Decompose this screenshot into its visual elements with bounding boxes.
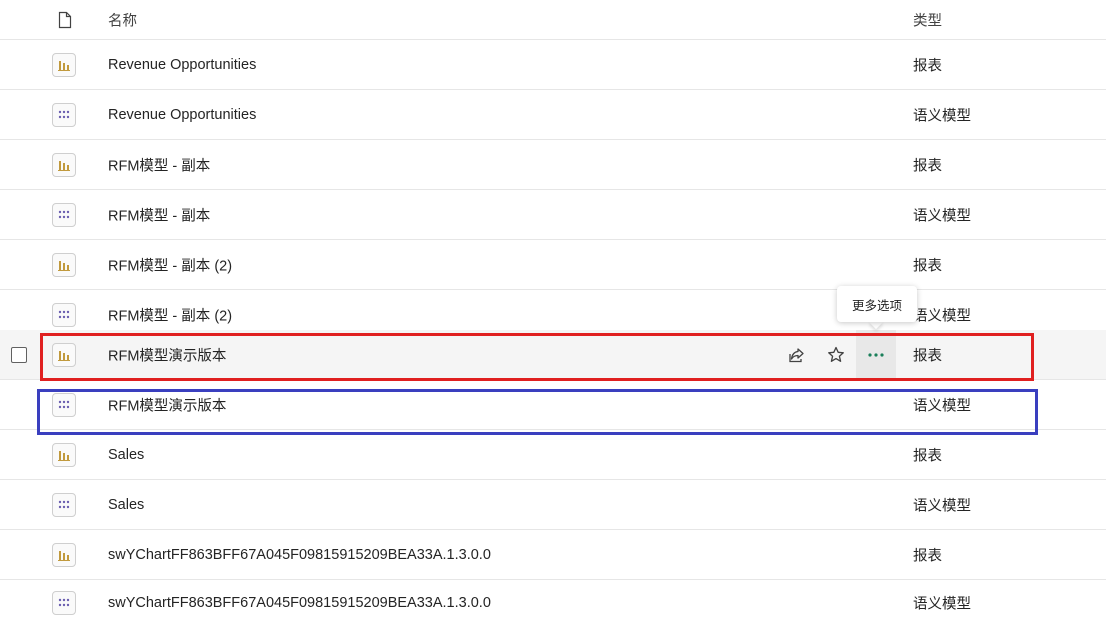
item-type: 语义模型: [913, 498, 971, 514]
item-type: 报表: [913, 258, 942, 274]
row-select-checkbox[interactable]: [11, 346, 27, 363]
file-icon: [58, 11, 72, 28]
item-name[interactable]: Sales: [108, 447, 144, 463]
semantic-model-icon: [52, 202, 76, 227]
item-name[interactable]: swYChartFF863BFF67A045F09815915209BEA33A…: [108, 595, 491, 611]
item-name[interactable]: Revenue Opportunities: [108, 57, 256, 73]
table-row[interactable]: RFM模型 - 副本 报表: [0, 140, 1106, 190]
table-header: 名称 类型: [0, 0, 1106, 40]
report-icon: [52, 52, 76, 77]
table-row[interactable]: RFM模型 - 副本 语义模型: [0, 190, 1106, 240]
item-name[interactable]: RFM模型 - 副本: [108, 154, 210, 175]
item-type: 语义模型: [913, 596, 971, 613]
table-row[interactable]: swYChartFF863BFF67A045F09815915209BEA33A…: [0, 530, 1106, 580]
item-type: 语义模型: [913, 308, 971, 324]
item-type: 报表: [913, 448, 942, 464]
highlight-box-red: [40, 333, 1034, 381]
semantic-model-icon: [52, 102, 76, 127]
table-row[interactable]: Sales 报表: [0, 430, 1106, 480]
item-name[interactable]: swYChartFF863BFF67A045F09815915209BEA33A…: [108, 547, 491, 563]
item-type: 语义模型: [913, 108, 971, 124]
item-name[interactable]: RFM模型 - 副本 (2): [108, 304, 232, 325]
table-row[interactable]: Sales 语义模型: [0, 480, 1106, 530]
column-header-type[interactable]: 类型: [913, 9, 942, 30]
report-icon: [52, 152, 76, 177]
table-row[interactable]: Revenue Opportunities 语义模型: [0, 90, 1106, 140]
tooltip-text: 更多选项: [851, 298, 902, 313]
item-type: 语义模型: [913, 208, 971, 224]
table-row[interactable]: swYChartFF863BFF67A045F09815915209BEA33A…: [0, 580, 1106, 626]
report-icon: [52, 252, 76, 277]
more-options-tooltip: 更多选项: [837, 286, 917, 322]
semantic-model-icon: [52, 591, 76, 615]
item-type: 报表: [913, 158, 942, 174]
semantic-model-icon: [52, 302, 76, 327]
column-header-name[interactable]: 名称: [108, 9, 137, 30]
table-row[interactable]: Revenue Opportunities 报表: [0, 40, 1106, 90]
highlight-box-blue: [37, 389, 1038, 435]
report-icon: [52, 442, 76, 467]
item-name[interactable]: Revenue Opportunities: [108, 107, 256, 123]
item-type: 报表: [913, 548, 942, 564]
item-name[interactable]: Sales: [108, 497, 144, 513]
table-row[interactable]: RFM模型 - 副本 (2) 报表: [0, 240, 1106, 290]
item-name[interactable]: RFM模型 - 副本 (2): [108, 254, 232, 275]
item-name[interactable]: RFM模型 - 副本: [108, 204, 210, 225]
item-type: 报表: [913, 58, 942, 74]
semantic-model-icon: [52, 492, 76, 517]
report-icon: [52, 542, 76, 567]
